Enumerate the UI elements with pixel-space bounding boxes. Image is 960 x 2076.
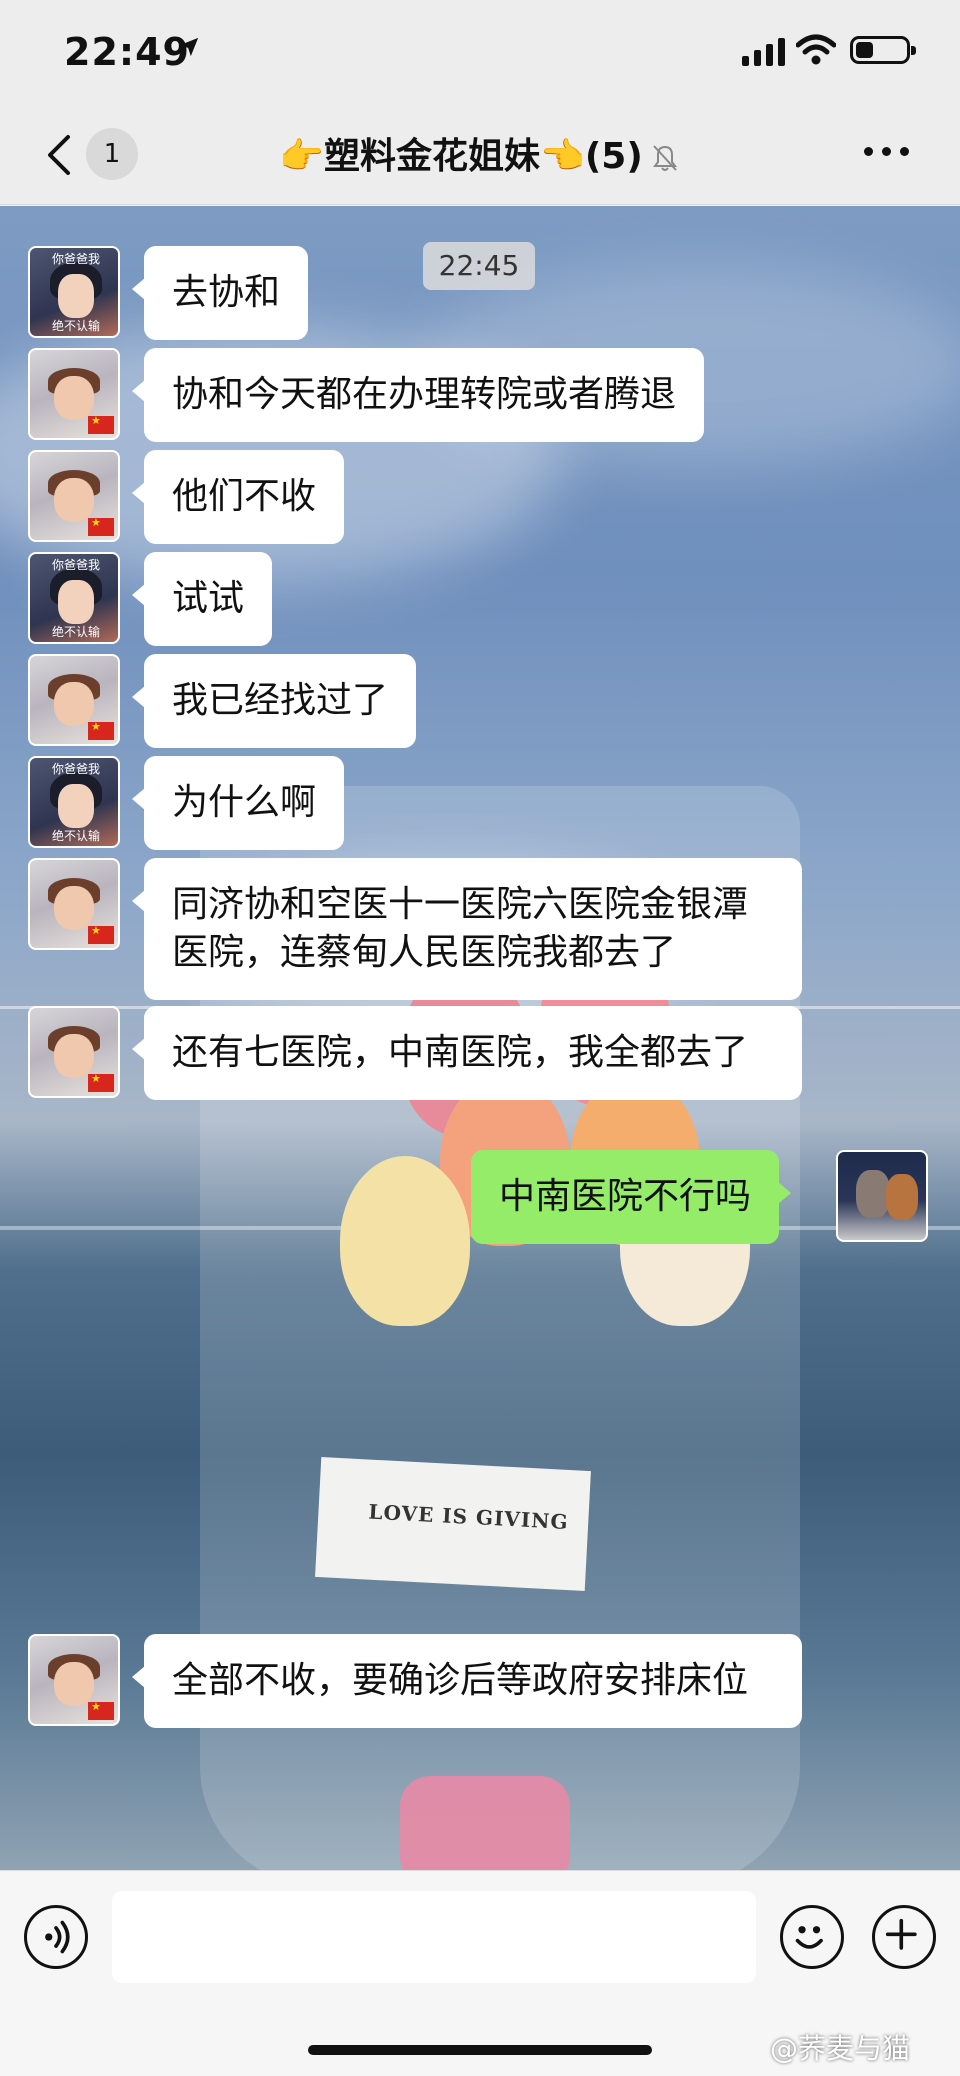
message-timestamp: 22:45 — [423, 242, 535, 290]
watermark: @荞麦与猫 — [770, 2032, 911, 2065]
avatar-self[interactable] — [836, 1150, 928, 1242]
background-card: LOVE IS GIVING — [315, 1457, 591, 1591]
message-bubble[interactable]: 为什么啊 — [131, 756, 345, 850]
message-bubble-mine[interactable]: 中南医院不行吗 — [471, 1150, 792, 1244]
message-input[interactable] — [112, 1891, 756, 1983]
avatar-caption: 你爸爸我 — [51, 252, 100, 266]
avatar-caption: 你爸爸我 — [51, 762, 100, 776]
nav-bar: 1 👉塑料金花姐妹👈(5) — [0, 105, 960, 205]
status-bar: 22:49 — [0, 0, 960, 105]
avatar[interactable]: 你爸爸我 绝不认输 — [28, 756, 120, 848]
message-bubble[interactable]: 去协和 — [131, 246, 309, 340]
bell-muted-icon — [652, 145, 677, 171]
chat-title: 👉塑料金花姐妹👈(5) — [279, 136, 643, 177]
avatar[interactable] — [28, 654, 120, 746]
flag-icon — [88, 414, 114, 434]
signal-icon — [742, 38, 785, 66]
background-card-text: LOVE IS GIVING — [367, 1499, 570, 1535]
message-bubble[interactable]: 他们不收 — [131, 450, 345, 544]
voice-icon[interactable] — [24, 1905, 88, 1969]
chat-title-row[interactable]: 👉塑料金花姐妹👈(5) — [0, 127, 960, 179]
avatar-caption: 你爸爸我 — [51, 558, 100, 572]
avatar-caption: 绝不认输 — [51, 625, 100, 639]
battery-fill — [856, 42, 873, 58]
avatar-caption: 绝不认输 — [51, 319, 100, 333]
avatar[interactable] — [28, 450, 120, 542]
flag-icon — [88, 924, 114, 944]
chat-area[interactable]: LOVE IS GIVING 22:45 你爸爸我 绝不认输 去协和 协和今天都… — [0, 206, 960, 1870]
avatar[interactable]: 你爸爸我 绝不认输 — [28, 246, 120, 338]
flag-icon — [88, 1700, 114, 1720]
avatar[interactable] — [28, 858, 120, 950]
background-ribbon — [400, 1776, 570, 1870]
flag-icon — [88, 720, 114, 740]
avatar[interactable] — [28, 1634, 120, 1726]
more-dots-icon[interactable] — [864, 147, 909, 156]
avatar[interactable] — [28, 348, 120, 440]
message-bubble[interactable]: 我已经找过了 — [131, 654, 417, 748]
status-time: 22:49 — [64, 30, 190, 74]
location-arrow-icon — [179, 37, 199, 57]
emoji-icon[interactable] — [780, 1905, 844, 1969]
message-bubble[interactable]: 同济协和空医十一医院六医院金银潭医院，连蔡甸人民医院我都去了 — [132, 858, 802, 1000]
flag-icon — [88, 1072, 114, 1092]
message-bubble[interactable]: 全部不收，要确诊后等政府安排床位 — [132, 1634, 802, 1728]
avatar-caption: 绝不认输 — [51, 829, 100, 843]
avatar[interactable]: 你爸爸我 绝不认输 — [28, 552, 120, 644]
avatar[interactable] — [28, 1006, 120, 1098]
plus-icon[interactable] — [872, 1905, 936, 1969]
battery-icon — [850, 36, 916, 64]
wifi-icon — [796, 34, 836, 65]
flag-icon — [88, 516, 114, 536]
input-bar: @荞麦与猫 — [0, 1870, 960, 2076]
home-indicator[interactable] — [308, 2045, 652, 2055]
message-bubble[interactable]: 试试 — [131, 552, 273, 646]
message-bubble[interactable]: 协和今天都在办理转院或者腾退 — [131, 348, 705, 442]
message-bubble[interactable]: 还有七医院，中南医院，我全都去了 — [132, 1006, 802, 1100]
